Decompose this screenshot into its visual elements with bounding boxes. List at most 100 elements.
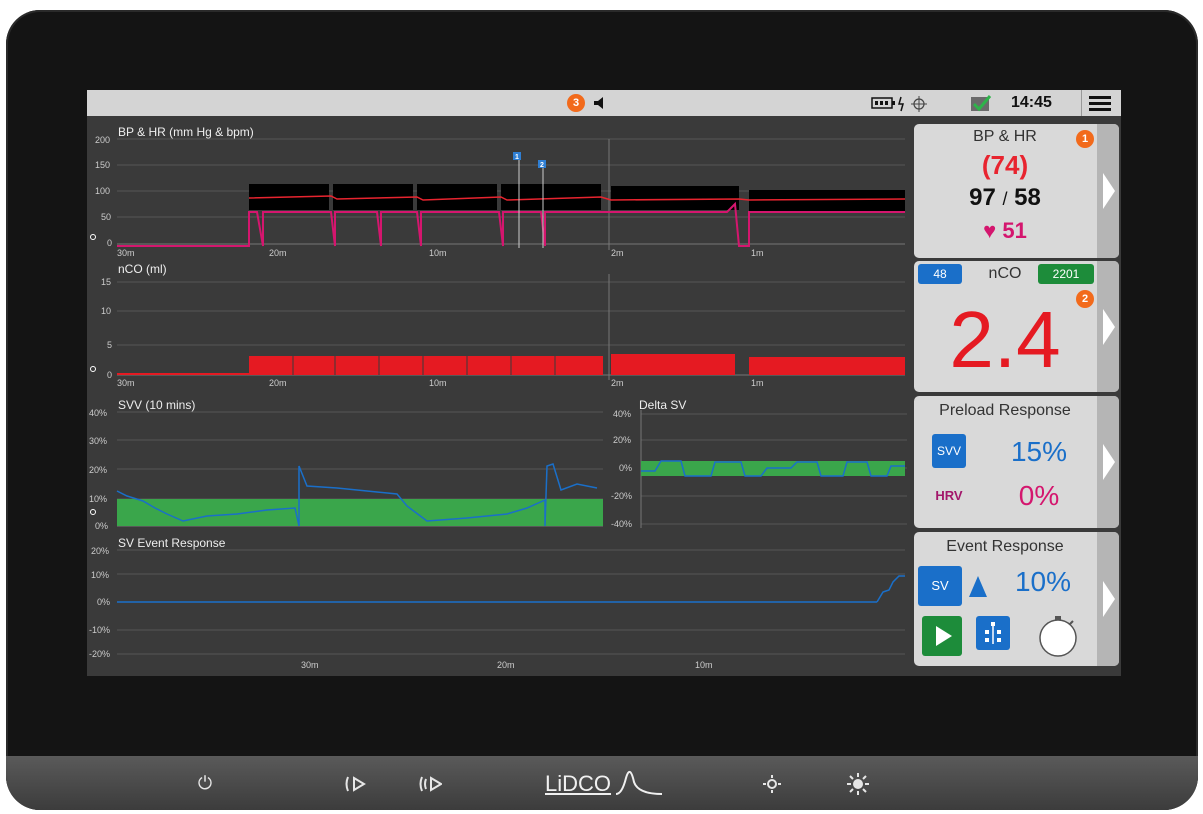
panel-title: Event Response bbox=[946, 538, 1064, 555]
delta-sv-chart[interactable]: 40% 20% 0% -20% -40% Delta SV bbox=[611, 396, 913, 532]
y-tick: 100 bbox=[95, 186, 110, 196]
x-tick: 30m bbox=[117, 378, 135, 388]
panel-title: Preload Response bbox=[939, 402, 1071, 419]
speaker-icon[interactable] bbox=[592, 95, 608, 111]
expand-arrow-icon[interactable] bbox=[1097, 124, 1119, 258]
battery-icon bbox=[871, 97, 895, 109]
x-tick: 20m bbox=[497, 660, 515, 670]
svv-button[interactable]: SVV bbox=[932, 434, 966, 468]
heart-rate-value: 51 bbox=[1002, 218, 1027, 243]
x-tick: 1m bbox=[751, 248, 764, 258]
expand-arrow-icon[interactable] bbox=[1097, 532, 1119, 666]
expand-arrow-icon[interactable] bbox=[1097, 396, 1119, 528]
heart-icon: ♥ bbox=[983, 218, 997, 243]
up-triangle-icon bbox=[969, 576, 987, 597]
y-tick: 30% bbox=[89, 436, 107, 446]
y-tick: 10 bbox=[101, 306, 111, 316]
event-value: 10% bbox=[1014, 566, 1072, 597]
menu-icon[interactable] bbox=[1089, 95, 1111, 111]
y-tick: 10% bbox=[89, 494, 107, 504]
y-tick: 10% bbox=[91, 570, 109, 580]
zoom-icon[interactable] bbox=[90, 234, 96, 240]
chart-title: nCO (ml) bbox=[118, 262, 167, 276]
hierarchy-icon[interactable] bbox=[976, 616, 1010, 650]
hrv-value: 0% bbox=[1018, 480, 1060, 511]
alert-badge[interactable]: 1 bbox=[1076, 130, 1094, 148]
stopwatch-icon[interactable] bbox=[1036, 614, 1080, 658]
y-tick: 200 bbox=[95, 135, 110, 145]
brightness-down-icon[interactable] bbox=[760, 772, 784, 796]
event-response-panel[interactable]: Event Response SV 10% bbox=[914, 532, 1119, 666]
clock-time: 14:45 bbox=[1011, 94, 1052, 111]
y-tick: 0 bbox=[107, 370, 112, 380]
expand-arrow-icon[interactable] bbox=[1097, 261, 1119, 392]
bp-hr-panel[interactable]: BP & HR 1 (74) 97 / 58 ♥ 51 bbox=[914, 124, 1119, 258]
monitor-screen: 3 14:45 200 150 100 50 0 30m 20m 10m 2m … bbox=[87, 90, 1121, 676]
panel-title: nCO bbox=[988, 265, 1022, 282]
systolic-diastolic: 97 / 58 bbox=[914, 184, 1096, 212]
power-icon[interactable]: ⏻ bbox=[193, 772, 217, 796]
volume-down-icon[interactable] bbox=[344, 772, 368, 796]
power-connected-icon bbox=[898, 96, 927, 112]
x-tick: 1m bbox=[751, 378, 764, 388]
y-tick: 5 bbox=[107, 340, 112, 350]
y-tick: 15 bbox=[101, 277, 111, 287]
chart-title: SVV (10 mins) bbox=[118, 398, 196, 412]
y-tick: 0% bbox=[95, 521, 108, 531]
y-tick: 0 bbox=[107, 238, 112, 248]
volume-up-icon[interactable] bbox=[418, 772, 442, 796]
chart-title: SV Event Response bbox=[118, 536, 226, 550]
mean-pressure: (74) bbox=[981, 150, 1029, 180]
bp-hr-chart[interactable]: 200 150 100 50 0 30m 20m 10m 2m 1m 1 2 B… bbox=[87, 120, 913, 258]
sv-event-line bbox=[876, 575, 905, 603]
sv-event-response-chart[interactable]: 20% 10% 0% -10% -20% 30m 20m 10m SV Even… bbox=[87, 536, 913, 674]
nco-bars bbox=[249, 354, 905, 375]
x-tick: 30m bbox=[301, 660, 319, 670]
svv-chart[interactable]: 40% 30% 20% 10% 0% SVV (10 mins) bbox=[87, 396, 607, 532]
svv-value: 15% bbox=[1010, 436, 1068, 467]
chart-title: BP & HR (mm Hg & bpm) bbox=[118, 125, 254, 139]
status-bar: 3 14:45 bbox=[87, 90, 1121, 116]
y-tick: -10% bbox=[89, 625, 110, 635]
y-tick: 20% bbox=[613, 435, 631, 445]
y-tick: 40% bbox=[613, 409, 631, 419]
y-tick: -40% bbox=[611, 519, 632, 529]
heart-rate: ♥ 51 bbox=[914, 218, 1096, 244]
panel-title: BP & HR bbox=[973, 128, 1037, 145]
nco-panel[interactable]: 48 nCO 2201 2 2.4 bbox=[914, 261, 1119, 392]
svg-text:2: 2 bbox=[540, 162, 544, 169]
x-tick: 10m bbox=[695, 660, 713, 670]
y-tick: 40% bbox=[89, 408, 107, 418]
svg-text:1: 1 bbox=[515, 154, 519, 161]
brand-logo: LiDCO bbox=[545, 771, 612, 796]
alert-count-badge[interactable]: 3 bbox=[567, 94, 585, 112]
diastolic-value: 58 bbox=[1014, 184, 1041, 211]
nco-left-tag[interactable]: 48 bbox=[918, 264, 962, 284]
y-tick: -20% bbox=[611, 491, 632, 501]
preload-response-panel[interactable]: Preload Response SVV 15% HRV 0% bbox=[914, 396, 1119, 528]
svv-target-band bbox=[117, 499, 603, 526]
chart-title: Delta SV bbox=[639, 398, 687, 412]
y-tick: 20% bbox=[89, 465, 107, 475]
y-tick: 0% bbox=[97, 597, 110, 607]
nco-chart[interactable]: 15 10 5 0 30m 20m 10m 2m 1m nCO (ml) bbox=[87, 262, 913, 392]
zoom-icon[interactable] bbox=[90, 366, 96, 372]
nco-value: 2.4 bbox=[949, 295, 1061, 384]
waveform-logo-icon bbox=[615, 771, 663, 795]
play-icon[interactable] bbox=[922, 616, 962, 656]
x-tick: 10m bbox=[429, 248, 447, 258]
zoom-icon[interactable] bbox=[90, 509, 96, 515]
y-tick: -20% bbox=[89, 649, 110, 659]
y-tick: 20% bbox=[91, 546, 109, 556]
x-tick: 2m bbox=[611, 378, 624, 388]
brightness-up-icon[interactable] bbox=[846, 772, 870, 796]
sv-button[interactable]: SV bbox=[918, 566, 962, 606]
x-tick: 20m bbox=[269, 378, 287, 388]
x-tick: 10m bbox=[429, 378, 447, 388]
network-check-icon[interactable] bbox=[970, 93, 992, 113]
y-tick: 150 bbox=[95, 160, 110, 170]
y-tick: 50 bbox=[101, 212, 111, 222]
hrv-label[interactable]: HRV bbox=[932, 488, 966, 503]
nco-right-tag[interactable]: 2201 bbox=[1038, 264, 1094, 284]
systolic-value: 97 bbox=[969, 184, 996, 211]
